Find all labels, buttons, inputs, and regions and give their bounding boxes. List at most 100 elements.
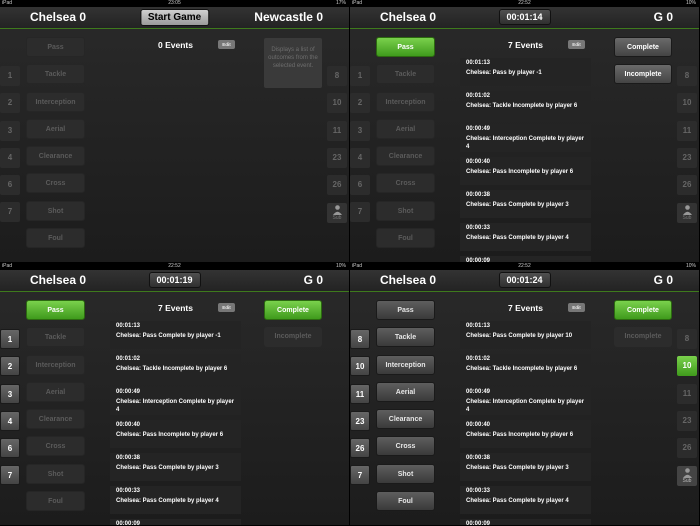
event-button-tackle[interactable]: Tackle [26, 64, 85, 85]
player-number-button[interactable]: 2 [0, 93, 20, 114]
log-entry[interactable]: 00:00:49 Chelsea: Interception Complete b… [110, 387, 241, 415]
log-entry[interactable]: 00:00:49 Chelsea: Interception Complete b… [460, 124, 591, 152]
player-number-button[interactable]: 6 [0, 438, 20, 459]
event-button-clearance[interactable]: Clearance [26, 146, 85, 167]
event-button-foul[interactable]: Foul [26, 228, 85, 249]
substitute-button[interactable]: Sub [677, 466, 697, 486]
log-entry[interactable]: 00:00:49 Chelsea: Interception Complete b… [460, 387, 591, 415]
event-button-shot[interactable]: Shot [376, 463, 435, 484]
event-button-shot[interactable]: Shot [26, 200, 85, 221]
log-entry[interactable]: 00:01:02 Chelsea: Tackle Incomplete by pl… [110, 354, 241, 382]
player-number-button[interactable]: 10 [327, 93, 347, 114]
log-entry[interactable]: 00:00:40 Chelsea: Pass Incomplete by play… [110, 420, 241, 448]
event-button-aerial[interactable]: Aerial [26, 118, 85, 139]
log-entry[interactable]: 00:01:02 Chelsea: Tackle Incomplete by pl… [460, 91, 591, 119]
player-number-button[interactable]: 8 [677, 66, 697, 86]
player-number-button[interactable]: 11 [327, 120, 347, 141]
log-entry[interactable]: 00:00:38 Chelsea: Pass Complete by player… [110, 453, 241, 481]
event-button-tackle[interactable]: Tackle [26, 327, 85, 348]
log-entry[interactable]: 00:00:38 Chelsea: Pass Complete by player… [460, 190, 591, 218]
log-entry[interactable]: 00:00:40 Chelsea: Pass Incomplete by play… [460, 420, 591, 448]
log-entry[interactable]: 00:00:33 Chelsea: Pass Complete by player… [110, 486, 241, 514]
edit-button[interactable]: Edit [218, 40, 235, 49]
edit-button[interactable]: Edit [568, 40, 585, 49]
player-number-button[interactable]: 3 [0, 120, 20, 141]
player-number-button[interactable]: 26 [677, 175, 697, 196]
player-number-button[interactable]: 23 [677, 410, 697, 431]
event-button-pass[interactable]: Pass [376, 37, 435, 57]
log-entry[interactable]: 00:00:38 Chelsea: Pass Complete by player… [460, 453, 591, 481]
player-number-button[interactable]: 23 [350, 410, 370, 431]
event-button-foul[interactable]: Foul [26, 491, 85, 512]
player-number-button[interactable]: 11 [677, 120, 697, 141]
event-button-cross[interactable]: Cross [376, 436, 435, 457]
edit-button[interactable]: Edit [568, 303, 585, 312]
event-button-foul[interactable]: Foul [376, 491, 435, 512]
log-entry[interactable]: 00:01:13 Chelsea: Pass Complete by player… [460, 321, 591, 349]
outcome-button-incomplete[interactable]: Incomplete [614, 327, 672, 347]
event-button-aerial[interactable]: Aerial [376, 118, 435, 139]
log-entry[interactable]: 00:00:40 Chelsea: Pass Incomplete by play… [460, 157, 591, 185]
outcome-button-incomplete[interactable]: Incomplete [264, 327, 322, 347]
player-number-button[interactable]: 1 [0, 329, 20, 349]
player-number-button[interactable]: 1 [0, 66, 20, 86]
player-number-button[interactable]: 4 [0, 147, 20, 168]
event-button-tackle[interactable]: Tackle [376, 64, 435, 85]
player-number-button[interactable]: 6 [0, 175, 20, 196]
player-number-button[interactable]: 3 [350, 120, 370, 141]
player-number-button[interactable]: 23 [677, 147, 697, 168]
outcome-button-complete[interactable]: Complete [614, 37, 672, 57]
game-clock[interactable]: 00:01:14 [498, 9, 551, 25]
player-number-button[interactable]: 4 [0, 410, 20, 431]
event-button-tackle[interactable]: Tackle [376, 327, 435, 348]
player-number-button[interactable]: 7 [0, 202, 20, 223]
log-entry[interactable]: 00:01:02 Chelsea: Tackle Incomplete by pl… [460, 354, 591, 382]
player-number-button[interactable]: 7 [0, 465, 20, 486]
log-entry[interactable]: 00:00:09 [460, 256, 591, 262]
player-number-button[interactable]: 3 [0, 383, 20, 404]
player-number-button[interactable]: 11 [677, 383, 697, 404]
event-button-interception[interactable]: Interception [376, 354, 435, 375]
player-number-button[interactable]: 7 [350, 465, 370, 486]
player-number-button[interactable]: 26 [677, 438, 697, 459]
player-number-button[interactable]: 26 [350, 438, 370, 459]
player-number-button[interactable]: 10 [677, 93, 697, 114]
log-entry[interactable]: 00:01:13 Chelsea: Pass Complete by player… [110, 321, 241, 349]
player-number-button[interactable]: 23 [327, 147, 347, 168]
log-entry[interactable]: 00:00:33 Chelsea: Pass Complete by player… [460, 486, 591, 514]
player-number-button[interactable]: 7 [350, 202, 370, 223]
outcome-button-complete[interactable]: Complete [264, 300, 322, 320]
event-button-clearance[interactable]: Clearance [26, 409, 85, 430]
player-number-button[interactable]: 1 [350, 66, 370, 86]
substitute-button[interactable]: Sub [677, 203, 697, 223]
event-button-cross[interactable]: Cross [376, 173, 435, 194]
event-button-aerial[interactable]: Aerial [26, 381, 85, 402]
player-number-button[interactable]: 2 [350, 93, 370, 114]
player-number-button[interactable]: 26 [327, 175, 347, 196]
event-button-interception[interactable]: Interception [26, 354, 85, 375]
event-button-interception[interactable]: Interception [376, 91, 435, 112]
log-entry[interactable]: 00:00:33 Chelsea: Pass Complete by player… [460, 223, 591, 251]
event-button-clearance[interactable]: Clearance [376, 409, 435, 430]
start-game-button[interactable]: Start Game [139, 9, 210, 26]
player-number-button[interactable]: 2 [0, 356, 20, 377]
player-number-button[interactable]: 6 [350, 175, 370, 196]
event-button-pass[interactable]: Pass [376, 300, 435, 320]
event-button-foul[interactable]: Foul [376, 228, 435, 249]
event-button-pass[interactable]: Pass [26, 37, 85, 57]
log-entry[interactable]: 00:01:13 Chelsea: Pass by player -1 [460, 58, 591, 86]
event-button-pass[interactable]: Pass [26, 300, 85, 320]
outcome-button-complete[interactable]: Complete [614, 300, 672, 320]
outcome-button-incomplete[interactable]: Incomplete [614, 64, 672, 84]
player-number-button[interactable]: 4 [350, 147, 370, 168]
event-button-cross[interactable]: Cross [26, 436, 85, 457]
log-entry[interactable]: 00:00:09 [110, 519, 241, 525]
player-number-button[interactable]: 8 [677, 329, 697, 349]
player-number-button[interactable]: 10 [350, 356, 370, 377]
event-button-cross[interactable]: Cross [26, 173, 85, 194]
substitute-button[interactable]: Sub [327, 203, 347, 223]
event-button-shot[interactable]: Shot [26, 463, 85, 484]
player-number-button[interactable]: 8 [327, 66, 347, 86]
game-clock[interactable]: 00:01:24 [498, 272, 551, 288]
player-number-button[interactable]: 11 [350, 383, 370, 404]
